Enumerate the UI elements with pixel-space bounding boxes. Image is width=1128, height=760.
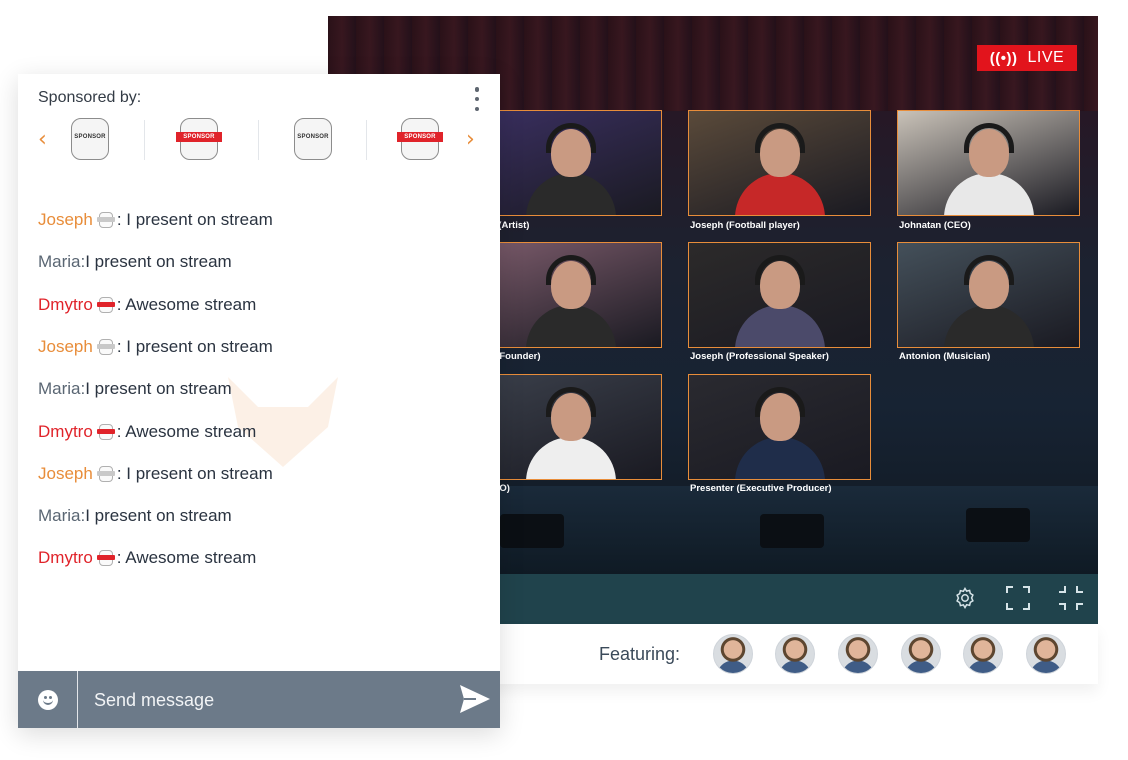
participant-body	[526, 437, 616, 479]
live-label: LIVE	[1027, 49, 1065, 66]
participant-name: Johnatan (CEO)	[899, 220, 971, 231]
featuring-label: Featuring:	[599, 644, 681, 664]
sponsor-badge-icon	[96, 338, 115, 356]
stage-speaker	[760, 514, 824, 548]
send-icon[interactable]	[458, 682, 492, 716]
video-tile[interactable]	[897, 242, 1080, 348]
chat-message: Maria: I present on stream	[38, 250, 232, 274]
chat-panel: Sponsored by: ‹ › SPONSOR SPONSOR SPONSOR S…	[18, 74, 500, 728]
message-text: I present on stream	[85, 506, 232, 526]
chat-message: Joseph : I present on stream	[38, 208, 273, 232]
emoji-button[interactable]	[18, 671, 78, 728]
message-author[interactable]: Dmytro	[38, 422, 93, 442]
avatar[interactable]	[775, 634, 815, 674]
fullscreen-icon[interactable]	[1004, 584, 1032, 612]
message-author[interactable]: Dmytro	[38, 295, 93, 315]
emoji-icon	[37, 689, 58, 710]
more-options-icon[interactable]	[470, 86, 484, 112]
message-text: : Awesome stream	[116, 421, 257, 441]
message-text: I present on stream	[85, 379, 232, 399]
divider	[144, 120, 145, 160]
participant-name: Presenter (Executive Producer)	[690, 483, 832, 494]
video-tile[interactable]	[688, 110, 871, 216]
participant-body	[526, 173, 616, 215]
chat-message: Dmytro : Awesome stream	[38, 420, 256, 444]
sponsor-badge-icon	[96, 423, 115, 441]
headset-icon	[964, 255, 1014, 285]
message-text: : I present on stream	[116, 336, 273, 356]
sponsor-logo[interactable]: SPONSOR	[176, 118, 222, 160]
avatar[interactable]	[713, 634, 753, 674]
participant-body	[735, 173, 825, 215]
chat-message: Dmytro : Awesome stream	[38, 293, 256, 317]
message-author[interactable]: Maria:	[38, 252, 85, 272]
headset-icon	[755, 387, 805, 417]
avatar[interactable]	[838, 634, 878, 674]
sponsor-badge-icon	[96, 211, 115, 229]
exit-fullscreen-icon[interactable]	[1057, 584, 1085, 612]
message-author[interactable]: Joseph	[38, 210, 93, 230]
participant-body	[944, 173, 1034, 215]
sponsor-badge-icon	[96, 465, 115, 483]
participant-body	[735, 305, 825, 347]
stage-speaker	[966, 508, 1030, 542]
headset-icon	[755, 123, 805, 153]
video-tile[interactable]	[479, 242, 662, 348]
avatar[interactable]	[1026, 634, 1066, 674]
stage-speaker	[500, 514, 564, 548]
broadcast-icon: ((•))	[989, 49, 1018, 67]
gear-icon[interactable]	[951, 584, 979, 612]
message-text: I present on stream	[85, 252, 232, 272]
sponsor-badge-icon	[96, 296, 115, 314]
message-author[interactable]: Joseph	[38, 337, 93, 357]
avatar[interactable]	[963, 634, 1003, 674]
chat-message: Maria: I present on stream	[38, 377, 232, 401]
chat-message: Joseph : I present on stream	[38, 462, 273, 486]
message-author[interactable]: Maria:	[38, 379, 85, 399]
chat-message: Dmytro : Awesome stream	[38, 546, 256, 570]
message-text: : Awesome stream	[116, 548, 257, 568]
divider	[366, 120, 367, 160]
chevron-right-icon[interactable]: ›	[466, 127, 475, 152]
message-input[interactable]	[94, 683, 424, 717]
participant-body	[526, 305, 616, 347]
chat-message: Joseph : I present on stream	[38, 335, 273, 359]
video-tile[interactable]	[479, 110, 662, 216]
participant-name: Antonion (Musician)	[899, 351, 991, 362]
message-author[interactable]: Maria:	[38, 506, 85, 526]
video-tile[interactable]	[897, 110, 1080, 216]
participant-body	[735, 437, 825, 479]
headset-icon	[546, 387, 596, 417]
video-tile[interactable]	[688, 374, 871, 480]
headset-icon	[546, 123, 596, 153]
avatar[interactable]	[901, 634, 941, 674]
headset-icon	[964, 123, 1014, 153]
participant-name: Joseph (Professional Speaker)	[690, 351, 829, 362]
sponsor-logo[interactable]: SPONSOR	[397, 118, 443, 160]
headset-icon	[546, 255, 596, 285]
live-badge: ((•)) LIVE	[977, 45, 1077, 71]
divider	[258, 120, 259, 160]
video-tile[interactable]	[688, 242, 871, 348]
sponsored-label: Sponsored by:	[38, 89, 142, 106]
chat-input-bar	[18, 671, 500, 728]
chevron-left-icon[interactable]: ‹	[38, 127, 47, 152]
headset-icon	[755, 255, 805, 285]
sponsor-logo[interactable]: SPONSOR	[294, 118, 332, 160]
sponsor-logo[interactable]: SPONSOR	[71, 118, 109, 160]
participant-body	[944, 305, 1034, 347]
message-author[interactable]: Joseph	[38, 464, 93, 484]
sponsor-badge-icon	[96, 549, 115, 567]
chat-message: Maria: I present on stream	[38, 504, 232, 528]
message-author[interactable]: Dmytro	[38, 548, 93, 568]
message-text: : Awesome stream	[116, 294, 257, 314]
participant-name: Joseph (Football player)	[690, 220, 800, 231]
message-text: : I present on stream	[116, 210, 273, 229]
video-tile[interactable]	[479, 374, 662, 480]
message-text: : I present on stream	[116, 463, 273, 483]
